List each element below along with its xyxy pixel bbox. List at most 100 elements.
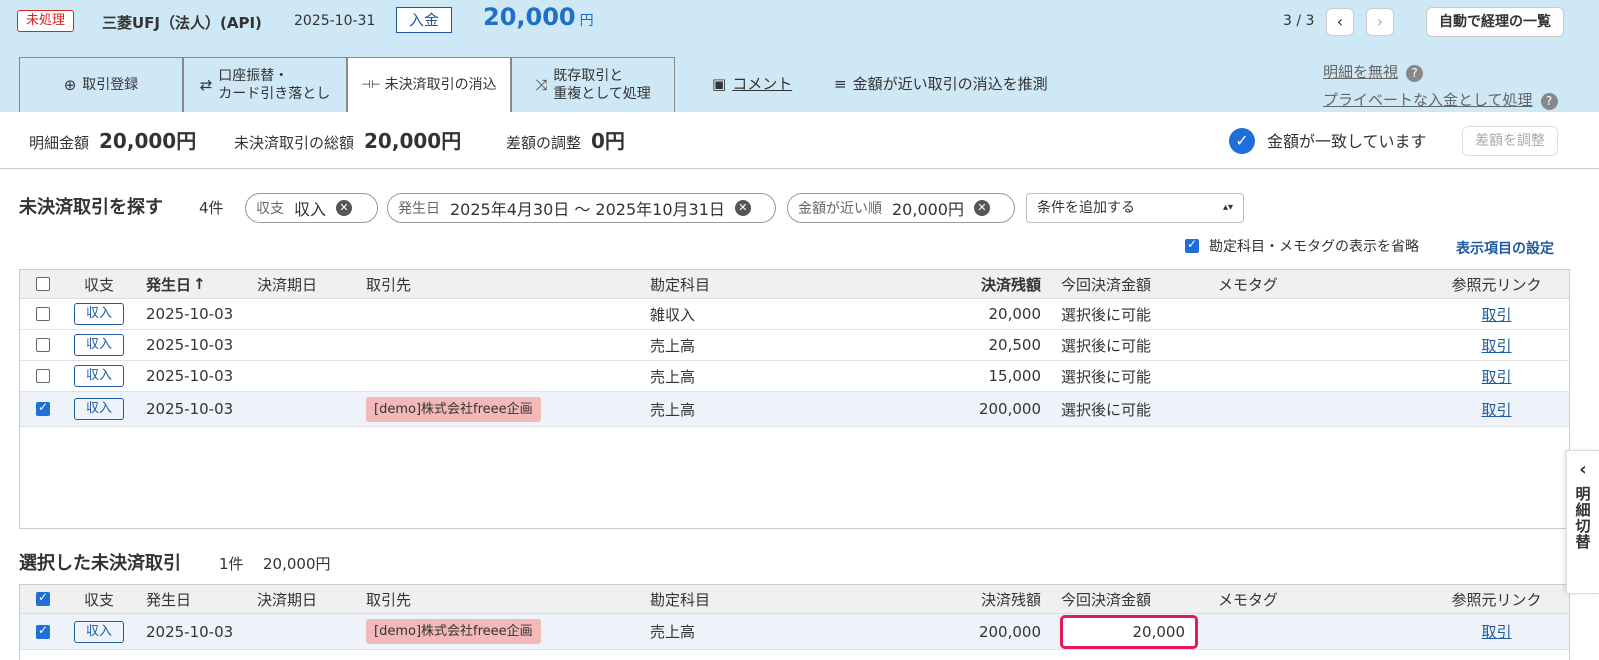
row-checkbox[interactable] [36, 307, 50, 321]
col-partner: 取引先 [366, 275, 412, 294]
ignore-label: 明細を無視 [1323, 63, 1399, 81]
clear-chip-icon[interactable]: ✕ [336, 200, 353, 216]
type-badge: 収入 [74, 334, 124, 356]
balance-cell: 200,000 [978, 400, 1041, 418]
ref-link[interactable]: 取引 [1481, 399, 1511, 420]
settle-cell: 選択後に可能 [1061, 336, 1152, 355]
ref-cell: 取引 [1445, 299, 1548, 329]
display-settings-link[interactable]: 表示項目の設定 [1456, 238, 1554, 258]
col-partner: 取引先 [366, 590, 412, 609]
balance-cell: 200,000 [978, 622, 1041, 641]
date-cell: 2025-10-03 [146, 305, 234, 323]
partner-tag: [demo]株式会社freee企画 [366, 619, 541, 644]
select-arrows-icon: ▴▾ [1222, 202, 1233, 213]
ref-link[interactable]: 取引 [1481, 304, 1511, 325]
col-date: 発生日 [146, 590, 192, 609]
row-select-cell [20, 299, 66, 329]
difference-summary: 差額の調整 0円 [506, 125, 625, 154]
statement-header: 未処理 三菱UFJ（法人）(API) 2025-10-31 入金 20,000 円… [0, 0, 1599, 112]
account-cell: 売上高 [650, 623, 696, 641]
col-date-label: 発生日 [146, 275, 192, 294]
ref-link[interactable]: 取引 [1481, 366, 1511, 387]
filter-chip-amount[interactable]: 金額が近い順 20,000円 ✕ [787, 193, 1015, 223]
type-badge: 収入 [74, 365, 124, 387]
auto-accounting-list-button[interactable]: 自動で経理の一覧 [1426, 7, 1564, 37]
difference-label: 差額の調整 [506, 134, 582, 152]
ignore-statement-link[interactable]: 明細を無視? [1323, 61, 1424, 82]
account-cell: 売上高 [650, 367, 696, 386]
row-select-cell [20, 361, 66, 391]
next-statement-button[interactable]: › [1366, 8, 1394, 36]
comment-link[interactable]: ▣ コメント [712, 73, 792, 94]
ref-cell: 取引 [1445, 361, 1548, 391]
tab-label: 取引登録 [82, 77, 139, 93]
help-icon[interactable]: ? [1540, 93, 1558, 110]
check-circle-icon: ✓ [1229, 128, 1255, 154]
adjust-difference-button[interactable]: 差額を調整 [1462, 126, 1558, 156]
settle-amount-input[interactable]: 20,000 [1060, 614, 1198, 649]
unsettled-total-label: 未決済取引の総額 [234, 134, 355, 152]
clear-chip-icon[interactable]: ✕ [734, 200, 751, 216]
add-condition-select[interactable]: 条件を追加する ▴▾ [1026, 193, 1244, 223]
row-select-cell [20, 392, 66, 426]
tab-unsettled-reconcile[interactable]: ⊣⊢ 未決済取引の消込 [347, 57, 511, 112]
private-label: プライベートな入金として処理 [1323, 91, 1533, 109]
statement-amount-summary: 明細金額 20,000円 [29, 125, 196, 154]
pager-text: 3 / 3 [1283, 13, 1315, 29]
select-all-cell [20, 270, 66, 298]
match-status-text: 金額が一致しています [1267, 132, 1427, 151]
amount-value: 20,000 [483, 3, 576, 31]
unsettled-total-value: 20,000円 [364, 129, 462, 153]
help-icon[interactable]: ? [1406, 65, 1424, 82]
private-income-link[interactable]: プライベートな入金として処理? [1323, 89, 1558, 110]
col-date-sort[interactable]: 発生日 ↑ [146, 270, 206, 298]
type-cell: 収入 [74, 392, 124, 426]
unsettled-table: 収支 発生日 ↑ 決済期日 取引先 勘定科目 決済残額 今回決済金額 メモタグ 参… [19, 269, 1570, 529]
statement-amount-label: 明細金額 [29, 134, 90, 152]
settle-cell: 選択後に可能 [1061, 400, 1152, 419]
selected-count: 1件 [219, 555, 244, 573]
balance-cell: 20,500 [988, 336, 1042, 354]
row-checkbox[interactable] [36, 400, 50, 416]
omit-columns-checkbox[interactable] [1185, 237, 1199, 253]
settle-cell: 20,000 [1060, 614, 1198, 649]
ref-link[interactable]: 取引 [1481, 621, 1511, 642]
chevron-left-icon: ‹ [1336, 12, 1344, 31]
type-badge: 収入 [74, 620, 124, 643]
tab-register-transaction[interactable]: ⊕ 取引登録 [19, 57, 183, 112]
filter-chip-type[interactable]: 収支 収入 ✕ [245, 193, 378, 223]
settle-cell: 選択後に可能 [1061, 305, 1152, 324]
clear-chip-icon[interactable]: ✕ [974, 200, 990, 216]
col-due: 決済期日 [257, 275, 318, 294]
statement-switch-tab[interactable]: ‹ 明細切替 [1566, 450, 1599, 594]
table-row[interactable]: 収入 2025-10-03 売上高 15,000 選択後に可能 取引 [20, 361, 1569, 392]
select-all-checkbox[interactable] [36, 277, 50, 291]
guess-reconcile-link[interactable]: ≡ 金額が近い取引の消込を推測 [834, 73, 1048, 94]
currency-unit: 円 [579, 13, 594, 29]
comment-label: コメント [732, 75, 793, 93]
row-checkbox[interactable] [36, 623, 50, 639]
account-cell: 売上高 [650, 336, 696, 355]
partner-cell: [demo]株式会社freee企画 [366, 614, 541, 649]
row-checkbox[interactable] [36, 338, 50, 352]
select-all-checkbox[interactable] [36, 590, 50, 606]
table-row[interactable]: 収入 2025-10-03 [demo]株式会社freee企画 売上高 200,… [20, 614, 1569, 650]
col-memo: メモタグ [1218, 590, 1279, 609]
list-check-icon: ≡ [834, 74, 847, 93]
omit-columns-toggle[interactable]: 勘定科目・メモタグの表示を省略 [1185, 236, 1419, 256]
statement-date: 2025-10-31 [294, 13, 376, 29]
col-settle: 今回決済金額 [1061, 275, 1152, 294]
tab-duplicate[interactable]: ⤨ 既存取引と 重複として処理 [511, 57, 675, 112]
chip-value: 20,000円 [892, 200, 964, 219]
table-row[interactable]: 収入 2025-10-03 雑収入 20,000 選択後に可能 取引 [20, 299, 1569, 330]
ref-link[interactable]: 取引 [1481, 335, 1511, 356]
tab-transfer-card[interactable]: ⇄ 口座振替・ カード引き落とし [183, 57, 347, 112]
statement-switch-label: 明細切替 [1573, 486, 1592, 550]
type-badge: 入金 [396, 7, 453, 33]
row-checkbox[interactable] [36, 369, 50, 383]
filter-chip-date[interactable]: 発生日 2025年4月30日 〜 2025年10月31日 ✕ [387, 193, 776, 223]
chip-key: 発生日 [398, 201, 440, 217]
prev-statement-button[interactable]: ‹ [1326, 8, 1354, 36]
table-row[interactable]: 収入 2025-10-03 売上高 20,500 選択後に可能 取引 [20, 330, 1569, 361]
table-row[interactable]: 収入 2025-10-03 [demo]株式会社freee企画 売上高 200,… [20, 392, 1569, 427]
